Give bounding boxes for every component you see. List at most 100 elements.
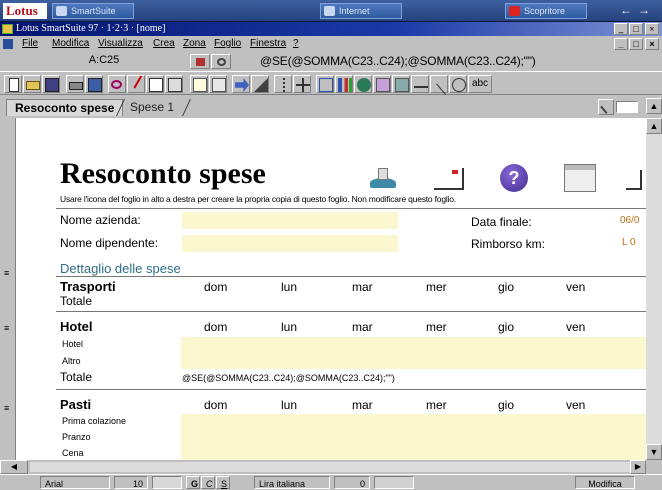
help-icon[interactable]: ? bbox=[500, 164, 528, 192]
range-button[interactable] bbox=[190, 75, 208, 93]
chart-icon bbox=[212, 78, 226, 92]
hotel-input-range[interactable] bbox=[181, 337, 646, 369]
function-icon[interactable] bbox=[211, 54, 231, 69]
day-header: lun bbox=[281, 398, 298, 412]
image-button[interactable] bbox=[373, 75, 391, 93]
ellipse-button[interactable] bbox=[449, 75, 467, 93]
map-button[interactable] bbox=[354, 75, 372, 93]
note-icon[interactable] bbox=[434, 168, 464, 190]
row-label: Cena bbox=[62, 448, 84, 458]
suite-tab-smartsuite[interactable]: SmartSuite bbox=[52, 3, 134, 19]
copy-button[interactable] bbox=[146, 75, 164, 93]
minimize-button[interactable]: _ bbox=[614, 23, 628, 35]
chart-button[interactable] bbox=[209, 75, 227, 93]
save-button[interactable] bbox=[42, 75, 60, 93]
go-to-button[interactable] bbox=[232, 75, 250, 93]
underline-toggle[interactable]: S bbox=[216, 476, 230, 489]
scroll-left-arrow-icon[interactable]: ◀ bbox=[0, 460, 28, 474]
paste-button[interactable] bbox=[165, 75, 183, 93]
employee-field[interactable] bbox=[182, 235, 398, 252]
doc-close-button[interactable]: × bbox=[645, 38, 659, 50]
sort-ascending-button[interactable] bbox=[274, 75, 292, 93]
horizontal-scrollbar[interactable]: ◀ ▶ bbox=[0, 460, 662, 474]
suite-nav-arrows[interactable]: ←→ bbox=[620, 3, 656, 17]
day-header: ven bbox=[566, 320, 586, 334]
scroll-track[interactable] bbox=[30, 462, 630, 472]
menu-visualizza[interactable]: Visualizza bbox=[98, 36, 143, 52]
decimals-selector[interactable]: 0 bbox=[334, 476, 370, 489]
day-header: gio bbox=[498, 320, 515, 334]
arrow-right-icon bbox=[235, 78, 249, 92]
vertical-ruler: ≡ ≡ ≡ bbox=[0, 118, 16, 460]
line-button[interactable] bbox=[411, 75, 429, 93]
image-icon bbox=[376, 78, 390, 92]
spreadsheet-area[interactable]: Resoconto spese ? Usare l'icona del fogl… bbox=[16, 118, 646, 460]
section-heading: Pasti bbox=[60, 397, 92, 412]
scroll-down-arrow-icon[interactable]: ▼ bbox=[646, 444, 662, 460]
scroll-up-arrow-icon[interactable]: ▲ bbox=[646, 98, 662, 114]
underline-icon bbox=[414, 78, 428, 88]
insert-button[interactable] bbox=[316, 75, 334, 93]
note-icon[interactable] bbox=[626, 170, 642, 190]
drawing-button[interactable] bbox=[392, 75, 410, 93]
copy-sheet-icon[interactable] bbox=[368, 166, 398, 190]
formula-input[interactable]: @SE(@SOMMA(C23..C24);@SOMMA(C23..C24);""… bbox=[260, 53, 536, 69]
print-button[interactable] bbox=[66, 75, 84, 93]
meals-input-range[interactable] bbox=[181, 414, 646, 460]
navigator-buttons[interactable] bbox=[190, 54, 232, 69]
ruler-mark: ≡ bbox=[4, 268, 10, 278]
menu-modifica[interactable]: Modifica bbox=[52, 36, 89, 52]
italic-toggle[interactable]: C bbox=[201, 476, 215, 489]
sum-button[interactable] bbox=[293, 75, 311, 93]
total-formula-cell[interactable]: @SE(@SOMMA(C23..C24);@SOMMA(C23..C24);""… bbox=[182, 373, 395, 383]
open-button[interactable] bbox=[23, 75, 41, 93]
menu-help[interactable]: ? bbox=[293, 36, 299, 52]
font-size-selector[interactable]: 10 bbox=[114, 476, 148, 489]
end-date-value[interactable]: 06/0 bbox=[620, 215, 639, 226]
text-box-button[interactable]: abc bbox=[468, 75, 492, 93]
new-file-button[interactable] bbox=[4, 75, 22, 93]
close-button[interactable]: × bbox=[645, 23, 659, 35]
menu-crea[interactable]: Crea bbox=[153, 36, 175, 52]
doc-restore-button[interactable]: □ bbox=[629, 38, 643, 50]
section-heading: Hotel bbox=[60, 319, 93, 334]
undo-button[interactable] bbox=[108, 75, 126, 93]
undo-icon bbox=[111, 80, 122, 89]
style-selector[interactable] bbox=[374, 476, 414, 489]
menu-file[interactable]: File bbox=[22, 36, 38, 52]
km-value[interactable]: L 0 bbox=[622, 237, 636, 248]
font-name-selector[interactable]: Arial bbox=[40, 476, 110, 489]
scroll-right-arrow-icon[interactable]: ▶ bbox=[630, 460, 646, 474]
menu-finestra[interactable]: Finestra bbox=[250, 36, 286, 52]
fill-button[interactable] bbox=[251, 75, 269, 93]
scroll-up-arrow-icon[interactable]: ▲ bbox=[646, 118, 662, 134]
navigator-icon[interactable] bbox=[190, 54, 210, 69]
row-label: Altro bbox=[62, 356, 81, 366]
fill-icon bbox=[254, 78, 268, 92]
suite-tab-internet[interactable]: Internet bbox=[320, 3, 402, 19]
suite-tab-app[interactable]: Scopritore bbox=[505, 3, 587, 19]
vertical-scrollbar[interactable]: ▲ ▼ bbox=[646, 118, 662, 460]
tab-spese-1[interactable]: Spese 1 bbox=[122, 99, 182, 116]
bar-chart-button[interactable] bbox=[335, 75, 353, 93]
window-title: Lotus SmartSuite 97 · 1·2·3 · [nome] bbox=[16, 23, 166, 34]
zoom-box[interactable] bbox=[616, 101, 638, 113]
new-sheet-button[interactable] bbox=[598, 99, 614, 115]
company-field[interactable] bbox=[182, 212, 398, 229]
diagonal-line-button[interactable] bbox=[430, 75, 456, 95]
number-format-selector[interactable]: Lira italiana bbox=[254, 476, 330, 489]
menu-zona[interactable]: Zona bbox=[183, 36, 206, 52]
cell-reference-box[interactable]: A:C25 bbox=[40, 54, 168, 69]
bold-toggle[interactable]: G bbox=[186, 476, 200, 489]
calendar-icon[interactable] bbox=[564, 164, 596, 192]
new-sheet-icon bbox=[600, 101, 613, 114]
menu-foglio[interactable]: Foglio bbox=[214, 36, 241, 52]
preview-button[interactable] bbox=[85, 75, 103, 93]
color-selector[interactable] bbox=[152, 476, 182, 489]
document-icon[interactable] bbox=[3, 39, 13, 49]
lotus-logo[interactable]: Lotus bbox=[3, 3, 47, 19]
tab-resoconto-spese[interactable]: Resoconto spese bbox=[6, 99, 124, 116]
doc-minimize-button[interactable]: _ bbox=[614, 38, 628, 50]
cut-button[interactable] bbox=[127, 75, 153, 95]
restore-button[interactable]: □ bbox=[629, 23, 643, 35]
